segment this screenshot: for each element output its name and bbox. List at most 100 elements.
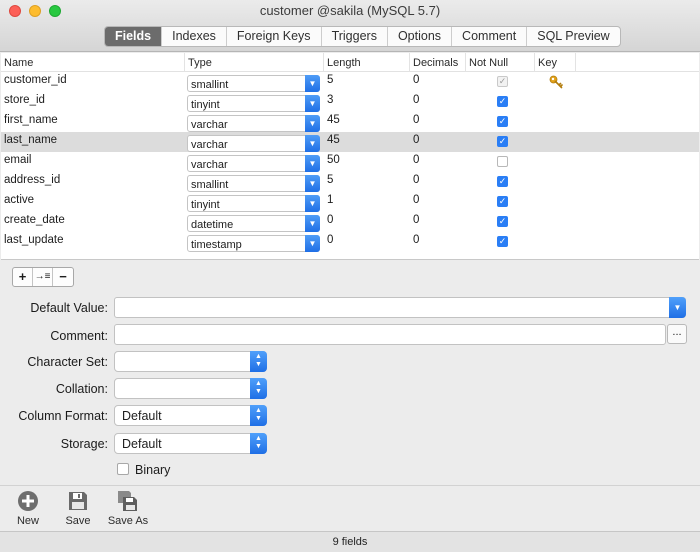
field-name[interactable]: address_id xyxy=(4,174,60,186)
field-name[interactable]: first_name xyxy=(4,114,58,126)
field-name[interactable]: last_update xyxy=(4,234,63,246)
column-format-select[interactable]: Default ▲ ▼ xyxy=(114,405,267,426)
table-row[interactable]: last_name varchar ▼ 45 0 ✓ xyxy=(1,132,699,152)
add-field-button[interactable]: + xyxy=(13,268,33,286)
field-decimals[interactable]: 0 xyxy=(413,194,419,206)
field-length[interactable]: 1 xyxy=(327,194,333,206)
field-type-select[interactable]: timestamp ▼ xyxy=(187,235,320,252)
table-row[interactable]: email varchar ▼ 50 0 xyxy=(1,152,699,172)
field-name[interactable]: create_date xyxy=(4,214,65,226)
tab-sql-preview[interactable]: SQL Preview xyxy=(527,27,619,46)
insert-field-button[interactable]: →≡ xyxy=(33,268,53,286)
table-row[interactable]: store_id tinyint ▼ 3 0 ✓ xyxy=(1,92,699,112)
field-length[interactable]: 45 xyxy=(327,134,340,146)
field-length[interactable]: 5 xyxy=(327,74,333,86)
field-type-select[interactable]: tinyint ▼ xyxy=(187,195,320,212)
field-length[interactable]: 3 xyxy=(327,94,333,106)
column-header-name[interactable]: Name xyxy=(4,57,33,69)
field-decimals[interactable]: 0 xyxy=(413,154,419,166)
field-name[interactable]: email xyxy=(4,154,31,166)
chevron-down-icon[interactable]: ▼ xyxy=(305,195,320,212)
not-null-checkbox[interactable]: ✓ xyxy=(497,176,508,187)
chevron-down-icon[interactable]: ▼ xyxy=(305,95,320,112)
field-type-select[interactable]: smallint ▼ xyxy=(187,175,320,192)
field-type-value: tinyint xyxy=(191,199,220,211)
save-button[interactable]: Save xyxy=(53,486,103,527)
column-header-key[interactable]: Key xyxy=(538,57,557,69)
tab-fields[interactable]: Fields xyxy=(105,27,163,46)
table-row[interactable]: address_id smallint ▼ 5 0 ✓ xyxy=(1,172,699,192)
not-null-checkbox[interactable]: ✓ xyxy=(497,136,508,147)
tab-foreign-keys[interactable]: Foreign Keys xyxy=(227,27,322,46)
field-type-select[interactable]: datetime ▼ xyxy=(187,215,320,232)
field-name[interactable]: active xyxy=(4,194,34,206)
storage-select[interactable]: Default ▲ ▼ xyxy=(114,433,267,454)
field-decimals[interactable]: 0 xyxy=(413,74,419,86)
field-name[interactable]: last_name xyxy=(4,134,57,146)
not-null-checkbox[interactable]: ✓ xyxy=(497,96,508,107)
field-decimals[interactable]: 0 xyxy=(413,234,419,246)
binary-label: Binary xyxy=(135,463,171,477)
save-as-icon xyxy=(118,491,137,511)
up-down-arrows-icon: ▲ ▼ xyxy=(250,405,267,426)
chevron-down-icon[interactable]: ▼ xyxy=(305,155,320,172)
not-null-checkbox[interactable]: ✓ xyxy=(497,116,508,127)
field-decimals[interactable]: 0 xyxy=(413,214,419,226)
field-name[interactable]: store_id xyxy=(4,94,45,106)
field-name[interactable]: customer_id xyxy=(4,74,67,86)
field-type-value: varchar xyxy=(191,119,228,131)
table-row[interactable]: first_name varchar ▼ 45 0 ✓ xyxy=(1,112,699,132)
new-button[interactable]: New xyxy=(3,486,53,527)
chevron-down-icon[interactable]: ▼ xyxy=(305,135,320,152)
chevron-down-icon[interactable]: ▼ xyxy=(305,75,320,92)
binary-checkbox[interactable] xyxy=(117,463,129,475)
default-value-combo[interactable]: ▼ xyxy=(114,297,686,318)
comment-expand-button[interactable]: ... xyxy=(667,324,687,344)
not-null-checkbox[interactable]: ✓ xyxy=(497,216,508,227)
field-decimals[interactable]: 0 xyxy=(413,94,419,106)
chevron-down-icon[interactable]: ▼ xyxy=(305,215,320,232)
save-as-button[interactable]: Save As xyxy=(103,486,153,527)
field-type-value: varchar xyxy=(191,139,228,151)
not-null-checkbox: ✓ xyxy=(497,76,508,87)
chevron-down-icon[interactable]: ▼ xyxy=(669,297,686,318)
charset-select[interactable]: ▲ ▼ xyxy=(114,351,267,372)
table-row[interactable]: create_date datetime ▼ 0 0 ✓ xyxy=(1,212,699,232)
tab-options[interactable]: Options xyxy=(388,27,453,46)
tab-triggers[interactable]: Triggers xyxy=(322,27,388,46)
chevron-down-icon[interactable]: ▼ xyxy=(305,235,320,252)
tab-indexes[interactable]: Indexes xyxy=(162,27,227,46)
field-length[interactable]: 50 xyxy=(327,154,340,166)
field-length[interactable]: 45 xyxy=(327,114,340,126)
field-type-select[interactable]: varchar ▼ xyxy=(187,115,320,132)
table-row[interactable]: customer_id smallint ▼ 5 0 ✓ xyxy=(1,72,699,92)
field-decimals[interactable]: 0 xyxy=(413,134,419,146)
field-type-select[interactable]: varchar ▼ xyxy=(187,155,320,172)
field-type-select[interactable]: smallint ▼ xyxy=(187,75,320,92)
column-header-decimals[interactable]: Decimals xyxy=(413,57,458,69)
not-null-checkbox[interactable]: ✓ xyxy=(497,196,508,207)
field-length[interactable]: 0 xyxy=(327,234,333,246)
table-row[interactable]: last_update timestamp ▼ 0 0 ✓ xyxy=(1,232,699,252)
column-format-label: Column Format: xyxy=(18,409,108,423)
tab-comment[interactable]: Comment xyxy=(452,27,528,46)
collation-select[interactable]: ▲ ▼ xyxy=(114,378,267,399)
field-decimals[interactable]: 0 xyxy=(413,114,419,126)
field-decimals[interactable]: 0 xyxy=(413,174,419,186)
field-length[interactable]: 0 xyxy=(327,214,333,226)
table-row[interactable]: active tinyint ▼ 1 0 ✓ xyxy=(1,192,699,212)
column-header-type[interactable]: Type xyxy=(188,57,212,69)
field-type-select[interactable]: varchar ▼ xyxy=(187,135,320,152)
chevron-down-icon[interactable]: ▼ xyxy=(305,175,320,192)
not-null-checkbox[interactable]: ✓ xyxy=(497,236,508,247)
field-length[interactable]: 5 xyxy=(327,174,333,186)
up-down-arrows-icon: ▲ ▼ xyxy=(250,351,267,372)
chevron-down-icon[interactable]: ▼ xyxy=(305,115,320,132)
remove-field-button[interactable]: − xyxy=(53,268,73,286)
comment-field[interactable] xyxy=(114,324,666,345)
not-null-checkbox[interactable] xyxy=(497,156,508,167)
column-header-not-null[interactable]: Not Null xyxy=(469,57,508,69)
column-header-length[interactable]: Length xyxy=(327,57,361,69)
up-down-arrows-icon: ▲ ▼ xyxy=(250,433,267,454)
field-type-select[interactable]: tinyint ▼ xyxy=(187,95,320,112)
